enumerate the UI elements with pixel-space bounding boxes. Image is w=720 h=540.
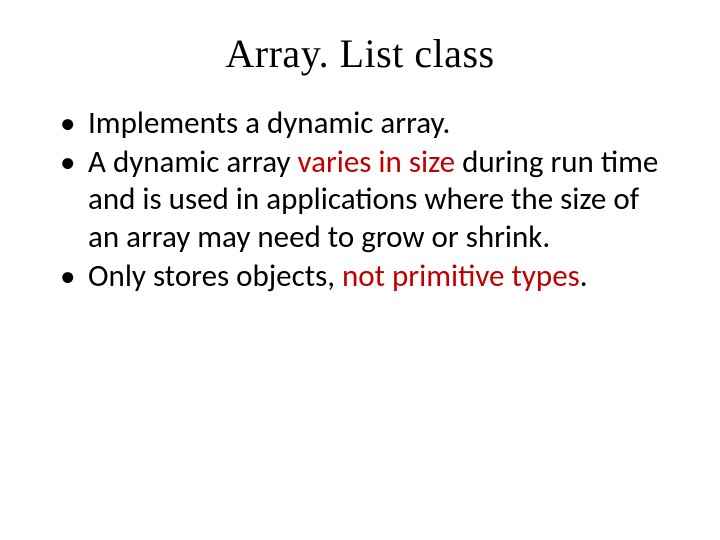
bullet-text-highlight: varies in size: [298, 143, 463, 181]
slide-title: Array. List class: [50, 30, 670, 77]
bullet-text: .: [580, 257, 588, 295]
bullet-text: A dynamic array: [88, 143, 298, 181]
slide: Array. List class Implements a dynamic a…: [0, 0, 720, 540]
bullet-text: Implements a dynamic array.: [88, 104, 450, 142]
bullet-text-highlight: not primitive types: [342, 257, 580, 295]
list-item: Implements a dynamic array.: [60, 105, 670, 142]
bullet-list: Implements a dynamic array. A dynamic ar…: [50, 105, 670, 295]
list-item: Only stores objects, not primitive types…: [60, 258, 670, 295]
bullet-text: Only stores objects,: [88, 257, 342, 295]
list-item: A dynamic array varies in size during ru…: [60, 144, 670, 256]
